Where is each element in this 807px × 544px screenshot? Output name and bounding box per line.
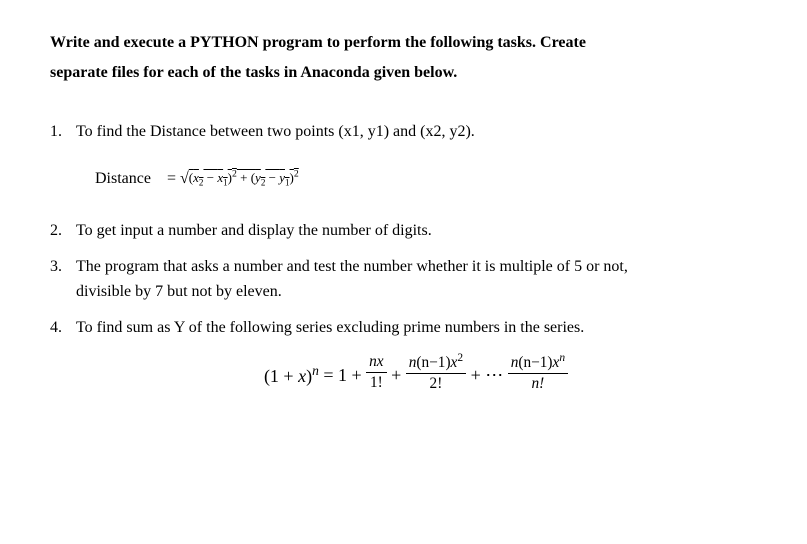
distance-label: Distance [95,166,151,192]
lhs: (1 + x)n [264,360,319,391]
task-3-number: 3. [50,254,62,280]
task-2-number: 2. [50,218,62,244]
task-3-text: The program that asks a number and test … [76,258,628,275]
header-line1: Write and execute a PYTHON program to pe… [50,34,586,51]
sqrt-expression: √(x2 − x1)2 + (y2 − y1)2 [180,170,299,185]
task-4-text: To find sum as Y of the following series… [76,319,584,336]
plus-1: + [391,361,401,390]
plus-dots: + ⋯ [471,361,504,390]
termn-fraction: n(n−1)xn n! [508,352,568,393]
term1-fraction: nx 1! [366,353,386,392]
task-1-number: 1. [50,119,62,145]
task-4-number: 4. [50,315,62,341]
task-3: 3. The program that asks a number and te… [50,254,752,305]
equals-rhs-start: = 1 + [323,361,361,390]
task-1: 1. To find the Distance between two poin… [50,119,752,145]
series-formula: (1 + x)n = 1 + nx 1! + n(n−1)x2 2! + ⋯ n… [50,354,752,395]
term2-fraction: n(n−1)x2 2! [406,352,466,393]
task-3-text-b: divisible by 7 but not by eleven. [76,283,282,300]
equals-sign: = [167,170,176,187]
task-4: 4. To find sum as Y of the following ser… [50,315,752,341]
header-line2: separate files for each of the tasks in … [50,64,457,81]
task-2: 2. To get input a number and display the… [50,218,752,244]
task-2-text: To get input a number and display the nu… [76,222,432,239]
distance-formula: Distance = √(x2 − x1)2 + (y2 − y1)2 [50,166,752,192]
task-1-text: To find the Distance between two points … [76,123,475,140]
sqrt-icon: √ [180,170,189,187]
instruction-header: Write and execute a PYTHON program to pe… [50,28,752,89]
